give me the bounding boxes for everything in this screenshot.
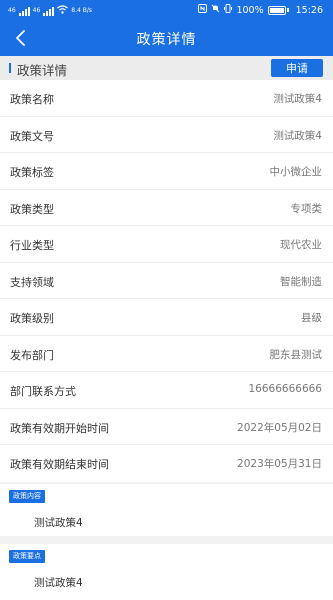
network-speed: 8.4 B/s: [71, 7, 92, 14]
status-left: 46 46 8.4 B/s: [8, 5, 92, 17]
field-policy-level: 政策级别 县级: [0, 299, 333, 336]
field-support-area: 支持领域 智能制造: [0, 263, 333, 299]
battery-icon: [267, 5, 286, 15]
field-label: 政策标签: [10, 166, 54, 179]
field-value: 2023年05月31日: [237, 458, 322, 470]
field-label: 发布部门: [10, 348, 54, 362]
field-label: 支持领域: [10, 275, 54, 289]
section-accent-bar: [9, 63, 11, 73]
wifi-icon: [57, 5, 69, 17]
network-type-2: 46: [32, 7, 41, 14]
policy-points-tag: 政策要点: [9, 550, 45, 563]
field-label: 部门联系方式: [10, 385, 76, 398]
signal-icon-2: [43, 6, 55, 16]
field-policy-type: 政策类型 专项类: [0, 190, 333, 226]
status-right: 100% 15:26: [198, 4, 323, 16]
field-value: 现代农业: [280, 239, 322, 251]
field-label: 政策有效期开始时间: [10, 421, 109, 435]
field-value: 16666666666: [248, 383, 323, 395]
field-value: 智能制造: [280, 275, 322, 288]
field-policy-name: 政策名称 测试政策4: [0, 80, 333, 117]
nav-bar: 政策详情: [0, 20, 333, 56]
field-label: 政策类型: [10, 202, 54, 216]
battery-tip: [286, 8, 289, 12]
field-policy-number: 政策文号 测试政策4: [0, 117, 333, 153]
vibrate-icon: [224, 4, 233, 16]
policy-detail-list: 政策名称 测试政策4 政策文号 测试政策4 政策标签 中小微企业 政策类型 专项…: [0, 80, 333, 482]
field-label: 行业类型: [10, 239, 54, 252]
field-label: 政策级别: [10, 312, 54, 325]
mute-icon: [211, 4, 220, 16]
policy-content-card: 政策内容 测试政策4: [0, 484, 333, 536]
field-value: 肥东县测试: [269, 348, 323, 361]
clock: 15:26: [295, 4, 323, 16]
section-title: 政策详情: [17, 63, 68, 78]
policy-points-card: 政策要点 测试政策4: [0, 544, 333, 600]
field-value: 中小微企业: [269, 166, 323, 178]
field-label: 政策有效期结束时间: [10, 458, 109, 471]
network-type-1: 46: [8, 7, 16, 14]
field-label: 政策文号: [10, 129, 54, 143]
field-issuing-dept: 发布部门 肥东县测试: [0, 336, 333, 372]
policy-content-text: 测试政策4: [34, 517, 83, 529]
field-value: 测试政策4: [273, 93, 322, 105]
field-industry-type: 行业类型 现代农业: [0, 226, 333, 263]
battery-percent: 100%: [236, 4, 264, 16]
app-header: 46 46 8.4 B/s 100% 15:26 政策详情: [0, 0, 333, 56]
field-value: 专项类: [290, 202, 323, 215]
field-dept-contact: 部门联系方式 16666666666: [0, 372, 333, 409]
section-header: 政策详情 申请: [0, 56, 333, 80]
field-policy-tag: 政策标签 中小微企业: [0, 153, 333, 190]
policy-content-tag: 政策内容: [9, 490, 45, 503]
nfc-icon: [198, 4, 208, 16]
policy-points-text: 测试政策4: [34, 577, 83, 589]
field-value: 县级: [301, 312, 322, 324]
signal-icon-1: [18, 6, 30, 16]
page-title: 政策详情: [136, 32, 197, 48]
status-bar: 46 46 8.4 B/s 100% 15:26: [0, 0, 333, 20]
field-value: 测试政策4: [273, 129, 322, 142]
field-valid-end: 政策有效期结束时间 2023年05月31日: [0, 445, 333, 482]
field-valid-start: 政策有效期开始时间 2022年05月02日: [0, 409, 333, 445]
field-value: 2022年05月02日: [237, 421, 322, 434]
apply-button[interactable]: 申请: [271, 59, 323, 77]
field-label: 政策名称: [10, 93, 54, 106]
